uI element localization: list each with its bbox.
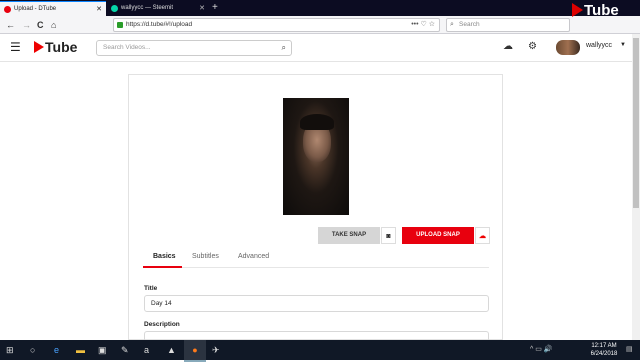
firefox-icon[interactable]: ●: [184, 340, 206, 362]
chevron-down-icon[interactable]: ▼: [620, 42, 626, 48]
avatar[interactable]: [556, 40, 580, 55]
snap-preview-image: [283, 98, 349, 215]
browser-tab-label: Upload - DTube: [14, 6, 57, 12]
taskbar: ⊞ ○ e ▬ ▣ ✎ a ▲ ● ✈ ^ ▭ 🔊 12:17 AM 6/24/…: [0, 340, 640, 362]
browser-tab-steemit[interactable]: wallyycc — Steemit ✕: [107, 1, 209, 16]
search-icon[interactable]: ⌕: [282, 41, 286, 55]
url-text: https://d.tube/#!/upload: [126, 21, 193, 28]
back-icon[interactable]: ←: [6, 16, 15, 34]
hair-shape: [300, 114, 334, 130]
home-icon[interactable]: ⌂: [51, 16, 56, 34]
menu-icon[interactable]: ☰: [10, 40, 21, 54]
upload-snap-button[interactable]: UPLOAD SNAP: [402, 227, 474, 244]
reload-icon[interactable]: C: [37, 16, 44, 34]
active-tab-indicator: [143, 266, 182, 268]
file-explorer-icon[interactable]: ▬: [76, 340, 85, 360]
gears-icon[interactable]: ⚙: [528, 41, 537, 52]
video-search-placeholder: Search Videos...: [103, 44, 151, 51]
forward-icon[interactable]: →: [22, 16, 31, 34]
title-value: Day 14: [151, 300, 172, 307]
search-icon: ⌕: [450, 21, 454, 28]
dtube-favicon-icon: [4, 6, 11, 13]
camera-icon[interactable]: ◙: [381, 227, 396, 244]
system-tray-icons[interactable]: ^ ▭ 🔊: [530, 345, 553, 353]
tab-subtitles[interactable]: Subtitles: [192, 253, 219, 260]
browser-tab-dtube[interactable]: Upload - DTube ✕: [0, 1, 106, 16]
app-header: ☰ Tube Search Videos... ⌕ ☁ ⚙ wallyycc ▼: [0, 34, 632, 62]
video-search-input[interactable]: Search Videos... ⌕: [96, 40, 292, 56]
browser-tab-label: wallyycc — Steemit: [121, 5, 174, 11]
photos-icon[interactable]: ▲: [167, 340, 176, 360]
browser-search-placeholder: Search: [459, 21, 480, 28]
browser-search-input[interactable]: ⌕ Search: [446, 18, 570, 32]
tab-advanced[interactable]: Advanced: [238, 253, 269, 260]
scrollbar-thumb[interactable]: [633, 38, 639, 208]
browser-tab-bar: Upload - DTube ✕ wallyycc — Steemit ✕ +: [0, 0, 640, 16]
windows-start-icon[interactable]: ⊞: [6, 340, 14, 360]
logo-text: Tube: [45, 39, 78, 55]
browser-nav-bar: ← → C ⌂ https://d.tube/#!/upload ••• ♡ ☆…: [0, 16, 640, 34]
store-icon[interactable]: ▣: [98, 340, 107, 360]
search-icon[interactable]: ○: [30, 340, 35, 360]
edge-icon[interactable]: e: [54, 340, 59, 360]
tab-basics[interactable]: Basics: [153, 253, 176, 260]
cloud-upload-icon[interactable]: ☁: [503, 41, 513, 52]
lock-icon: [117, 22, 123, 28]
dtube-logo-icon: [34, 41, 44, 53]
title-label: Title: [144, 285, 158, 292]
watermark-text: Tube: [584, 2, 619, 19]
title-field[interactable]: Day 14: [144, 295, 489, 312]
username[interactable]: wallyycc: [586, 42, 612, 49]
app-icon-2[interactable]: ✈: [212, 340, 220, 360]
clock-time: 12:17 AM: [591, 343, 617, 349]
url-bar[interactable]: https://d.tube/#!/upload ••• ♡ ☆: [113, 18, 440, 32]
app-icon[interactable]: ✎: [121, 340, 129, 360]
close-tab-icon[interactable]: ✕: [199, 1, 205, 16]
description-field[interactable]: [144, 331, 489, 340]
new-tab-button[interactable]: +: [212, 0, 218, 16]
close-tab-icon[interactable]: ✕: [96, 2, 102, 17]
page-scrollbar[interactable]: [632, 34, 640, 340]
taskbar-clock[interactable]: 12:17 AM 6/24/2018: [586, 342, 622, 358]
notifications-icon[interactable]: ▤: [626, 345, 633, 353]
dtube-logo-icon: [572, 3, 583, 17]
dtube-watermark: Tube: [572, 2, 619, 26]
page-actions-icons[interactable]: ••• ♡ ☆: [411, 19, 435, 31]
upload-tabs: Basics Subtitles Advanced: [143, 249, 489, 268]
clock-date: 6/24/2018: [590, 351, 618, 357]
cloud-upload-icon[interactable]: ☁: [475, 227, 490, 244]
description-label: Description: [144, 321, 180, 328]
dtube-logo[interactable]: Tube: [34, 39, 77, 55]
steemit-favicon-icon: [111, 5, 118, 12]
amazon-icon[interactable]: a: [144, 340, 149, 360]
take-snap-button[interactable]: TAKE SNAP: [318, 227, 380, 244]
